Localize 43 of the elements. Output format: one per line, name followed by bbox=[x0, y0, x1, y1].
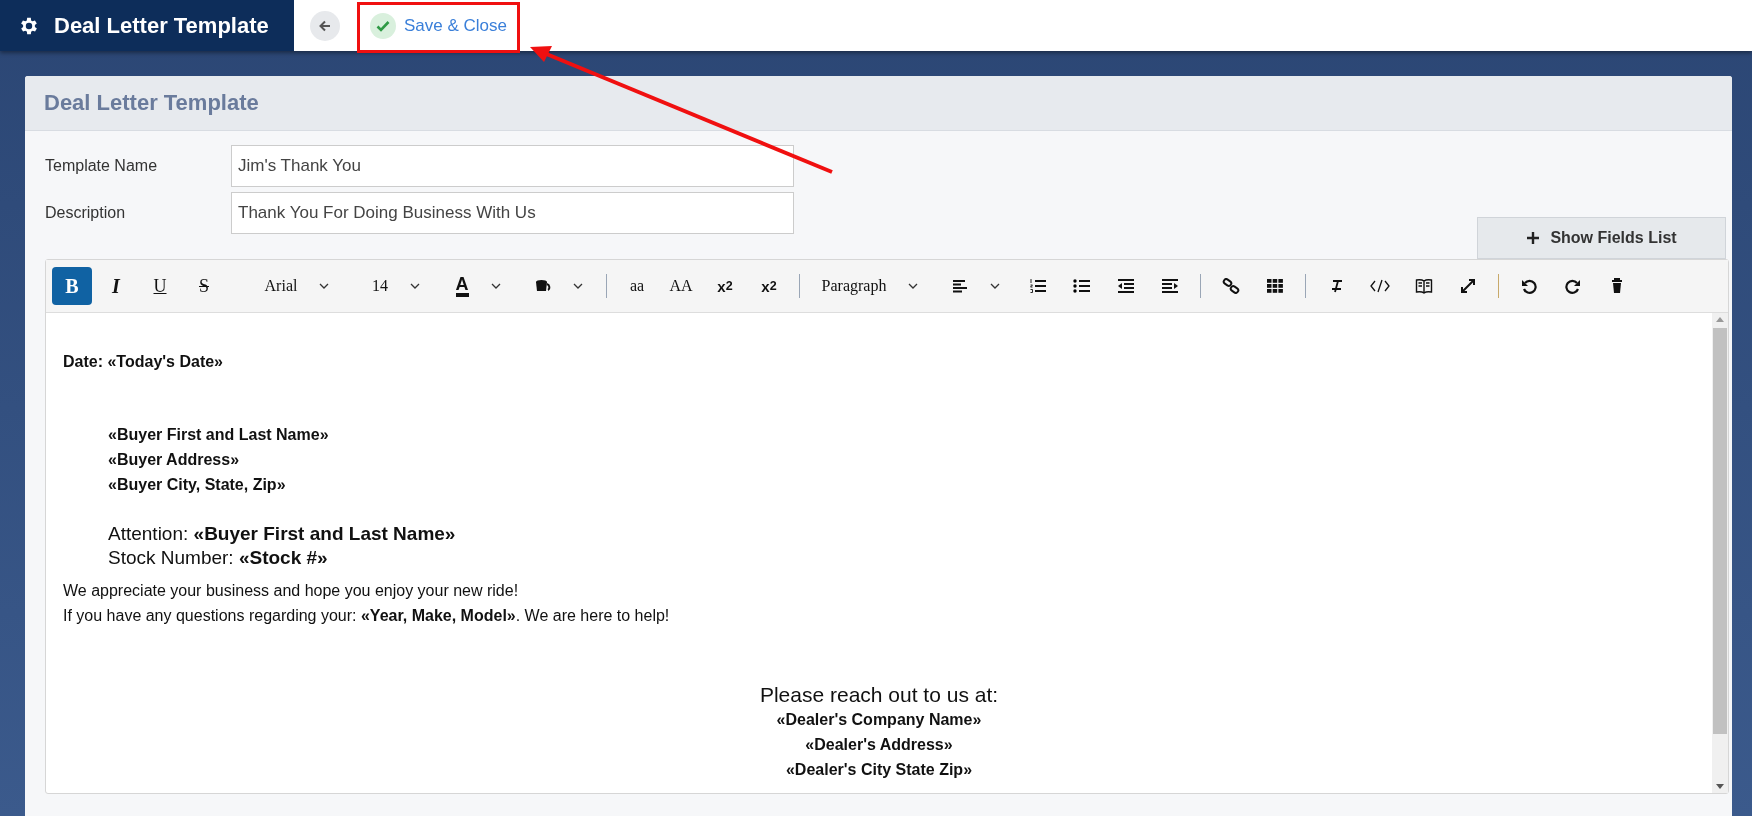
letter-text: «Dealer's Company Name» bbox=[776, 711, 982, 728]
strikethrough-button[interactable]: S bbox=[184, 267, 224, 305]
caret-icon bbox=[573, 283, 583, 289]
letter-text: «Dealer's City State Zip» bbox=[785, 761, 973, 778]
text-field[interactable]: Thank You For Doing Business With Us bbox=[231, 192, 794, 234]
save-close-button[interactable]: Save & Close bbox=[370, 12, 507, 39]
app-title: Deal Letter Template bbox=[54, 12, 269, 39]
letter-text: «Dealer's Address» bbox=[805, 736, 953, 753]
plus-icon bbox=[1526, 231, 1541, 245]
text-field[interactable]: Jim's Thank You bbox=[231, 145, 794, 187]
letter-text: «Buyer Address» bbox=[108, 451, 240, 468]
lowercase-button[interactable]: aa bbox=[617, 267, 657, 305]
field-label: Template Name bbox=[45, 157, 159, 175]
font-dropdown[interactable]: Arial bbox=[242, 267, 352, 305]
letter-text: If you have any questions regarding your: «Year, Make, Model». We are here to help! bbox=[63, 607, 670, 624]
font-color-dropdown[interactable]: A bbox=[440, 267, 516, 305]
check-icon bbox=[370, 12, 396, 39]
italic-button[interactable]: I bbox=[96, 267, 136, 305]
font-size-dropdown[interactable]: 14 bbox=[356, 267, 436, 305]
caret-icon bbox=[319, 283, 330, 289]
paint-bucket-icon bbox=[533, 278, 551, 294]
paragraph-format-dropdown[interactable]: Paragraph bbox=[810, 267, 930, 305]
back-button[interactable] bbox=[310, 10, 340, 41]
letter-text: Date: «Today's Date» bbox=[63, 353, 223, 370]
letter-text: Please reach out to us at: bbox=[759, 683, 999, 706]
caret-icon bbox=[490, 283, 501, 289]
letter-text: Attention: «Buyer First and Last Name» bbox=[108, 523, 456, 544]
uppercase-button[interactable]: AA bbox=[661, 267, 701, 305]
letter-text: We appreciate your business and hope you enjoy your new ride! bbox=[63, 582, 519, 599]
scrollbar-thumb[interactable] bbox=[1713, 328, 1727, 734]
align-left-icon bbox=[952, 279, 968, 293]
letter-text: «Buyer City, State, Zip» bbox=[108, 476, 286, 493]
caret-icon bbox=[410, 283, 420, 289]
field-label: Description bbox=[45, 204, 127, 222]
underline-button[interactable]: U bbox=[140, 267, 180, 305]
panel-title: Deal Letter Template bbox=[44, 90, 259, 116]
letter-text: Stock Number: «Stock #» bbox=[108, 547, 328, 568]
show-fields-list-button[interactable]: Show Fields List bbox=[1477, 217, 1726, 259]
letter-text: «Buyer First and Last Name» bbox=[108, 426, 329, 443]
caret-icon bbox=[908, 283, 919, 289]
scroll-down-icon[interactable] bbox=[1716, 784, 1724, 789]
caret-icon bbox=[990, 283, 1000, 289]
bold-button[interactable]: B bbox=[52, 267, 92, 305]
